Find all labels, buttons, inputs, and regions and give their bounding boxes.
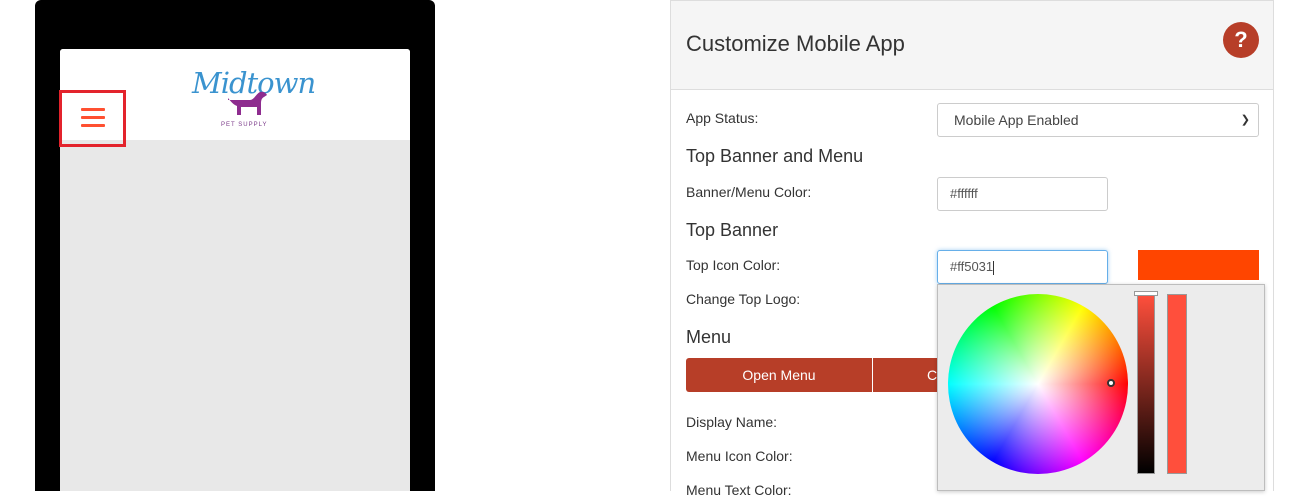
menu-icon-color-label: Menu Icon Color: [686, 448, 793, 464]
open-menu-button[interactable]: Open Menu [686, 358, 872, 392]
brightness-slider[interactable] [1137, 294, 1155, 474]
top-icon-color-value: #ff5031 [950, 259, 994, 274]
close-menu-button[interactable]: C [873, 358, 937, 392]
top-icon-color-input[interactable]: #ff5031 [937, 250, 1108, 284]
app-status-label: App Status: [686, 110, 759, 126]
display-name-label: Display Name: [686, 414, 778, 430]
page-title: Customize Mobile App [686, 31, 905, 56]
color-wheel[interactable] [948, 294, 1128, 474]
top-icon-color-label: Top Icon Color: [686, 257, 781, 273]
color-wheel-selector[interactable] [1107, 379, 1115, 387]
logo-subtitle: PET SUPPLY [221, 122, 268, 128]
chevron-down-icon: ❯ [1240, 114, 1250, 126]
color-preview-bar[interactable] [1167, 294, 1187, 474]
brightness-slider-handle[interactable] [1134, 291, 1158, 296]
text-cursor [993, 260, 995, 275]
help-button[interactable]: ? [1223, 22, 1259, 58]
top-icon-color-swatch [1138, 250, 1259, 280]
section-top-banner: Top Banner [686, 220, 779, 240]
banner-menu-color-label: Banner/Menu Color: [686, 184, 812, 200]
app-status-value: Mobile App Enabled [954, 112, 1079, 128]
section-menu: Menu [686, 327, 732, 347]
store-logo: Midtown PET SUPPLY [188, 66, 316, 132]
banner-menu-color-input[interactable]: #ffffff [937, 177, 1108, 211]
panel-header: Customize Mobile App ? [671, 1, 1273, 90]
hamburger-menu-icon[interactable] [81, 108, 105, 128]
color-picker-popup [937, 284, 1265, 491]
change-top-logo-label: Change Top Logo: [686, 291, 801, 307]
app-status-select[interactable]: Mobile App Enabled ❯ [937, 103, 1259, 137]
section-top-banner-menu: Top Banner and Menu [686, 146, 864, 166]
menu-text-color-label: Menu Text Color: [686, 482, 792, 498]
